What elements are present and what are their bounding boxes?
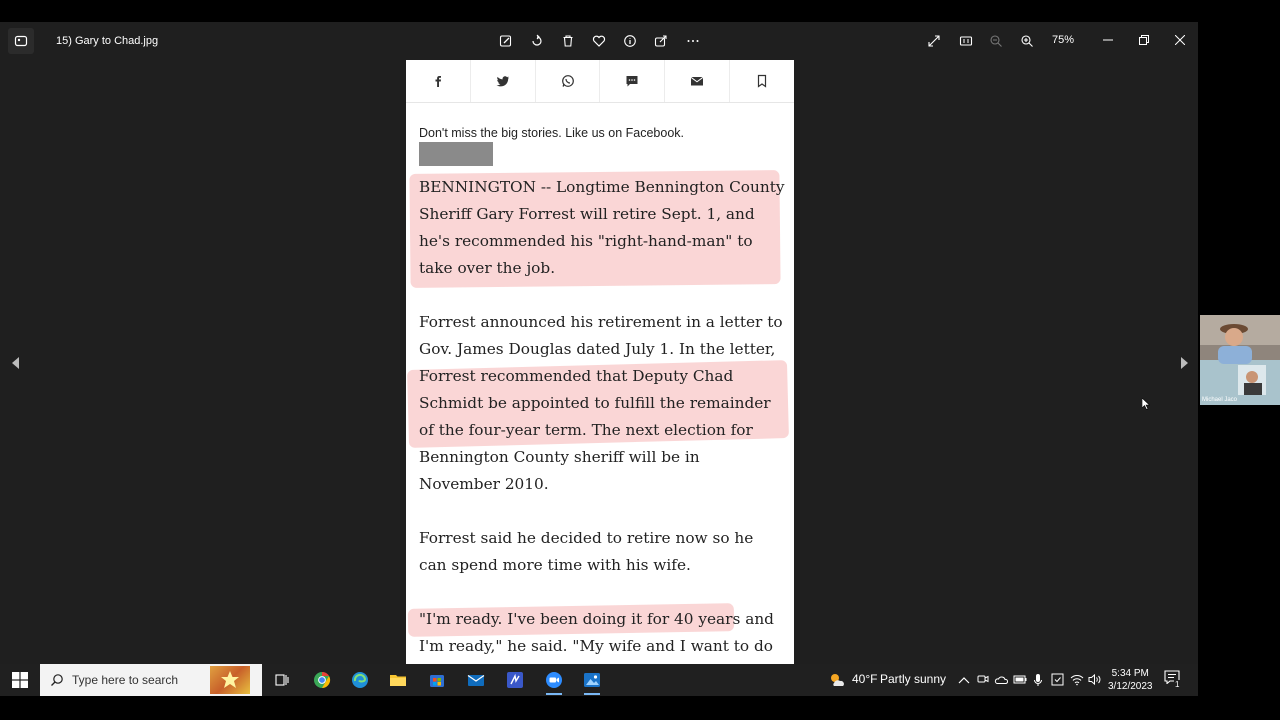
article-paragraph: Forrest announced his retirement in a le… [419, 313, 783, 493]
chevron-up-icon[interactable] [958, 675, 970, 685]
taskbar: Type here to search 40°F Partly sunny 5:… [0, 664, 1198, 696]
more-options-icon[interactable] [681, 30, 705, 52]
twitter-icon [471, 60, 536, 102]
clock-date: 3/12/2023 [1108, 681, 1153, 692]
taskbar-search-box[interactable]: Type here to search [40, 664, 262, 696]
photos-app-taskbar-icon[interactable] [574, 664, 610, 696]
microphone-icon[interactable] [1033, 673, 1043, 687]
fullscreen-icon[interactable] [922, 30, 946, 52]
volume-icon[interactable] [1088, 673, 1102, 686]
video-call-thumbnail[interactable]: Michael Jaco [1200, 315, 1280, 405]
clock-time: 5:34 PM [1111, 668, 1149, 679]
favorite-icon[interactable] [587, 30, 611, 52]
edge-app-icon[interactable] [342, 664, 378, 696]
facebook-icon [406, 60, 471, 102]
filmstrip-icon[interactable] [954, 30, 978, 52]
article-paragraph: "I'm ready. I've been doing it for 40 ye… [419, 610, 774, 655]
redacted-box [419, 142, 493, 166]
store-app-icon[interactable] [419, 664, 455, 696]
system-clock[interactable]: 5:34 PM 3/12/2023 [1108, 667, 1153, 693]
participant-video-image [1200, 315, 1280, 405]
weather-condition[interactable]: Partly sunny [880, 672, 946, 686]
bookmark-icon [730, 60, 794, 102]
sms-icon [600, 60, 666, 102]
participant-name: Michael Jaco [1202, 397, 1238, 403]
windows-start-icon[interactable] [0, 664, 40, 696]
zoom-in-icon[interactable] [1015, 30, 1039, 52]
info-icon[interactable] [618, 30, 642, 52]
rotate-icon[interactable] [525, 30, 549, 52]
meet-now-icon[interactable] [977, 673, 989, 686]
search-placeholder: Type here to search [72, 673, 179, 687]
search-icon [51, 674, 63, 686]
previous-image-icon[interactable] [6, 350, 26, 376]
file-explorer-icon[interactable] [380, 664, 416, 696]
article-paragraph: Forrest said he decided to retire now so… [419, 529, 754, 574]
facebook-prompt: Don't miss the big stories. Like us on F… [419, 126, 685, 140]
onedrive-icon[interactable] [994, 674, 1008, 685]
notification-count: 1 [1174, 680, 1181, 689]
wifi-icon[interactable] [1070, 673, 1084, 686]
article-body: BENNINGTON -- Longtime Bennington County… [419, 174, 785, 664]
photo-viewer-window: 15) Gary to Chad.jpg 75% Don't miss the … [0, 22, 1198, 664]
battery-icon[interactable] [1013, 674, 1027, 685]
partly-sunny-icon[interactable] [828, 671, 846, 689]
email-icon [665, 60, 731, 102]
title-bar: 15) Gary to Chad.jpg 75% [0, 22, 1198, 60]
close-icon[interactable] [1168, 28, 1192, 52]
displayed-image: Don't miss the big stories. Like us on F… [406, 60, 794, 664]
search-highlight-image [210, 666, 250, 694]
mail-app-icon[interactable] [458, 664, 494, 696]
weather-temperature[interactable]: 40°F [852, 672, 877, 686]
zoom-app-icon[interactable] [536, 664, 572, 696]
photos-app-icon[interactable] [8, 28, 34, 54]
share-toolbar [406, 60, 794, 103]
restore-icon[interactable] [1132, 28, 1156, 52]
article-paragraph: BENNINGTON -- Longtime Bennington County… [419, 178, 785, 277]
mouse-cursor-icon [1142, 398, 1150, 410]
zoom-level[interactable]: 75% [1052, 34, 1074, 46]
delete-icon[interactable] [556, 30, 580, 52]
next-image-icon[interactable] [1174, 350, 1194, 376]
chrome-app-icon[interactable] [304, 664, 340, 696]
notification-center-icon[interactable]: 1 [1164, 670, 1186, 690]
task-view-icon[interactable] [264, 664, 300, 696]
share-icon[interactable] [649, 30, 673, 52]
zoom-out-icon[interactable] [984, 30, 1008, 52]
edit-image-icon[interactable] [494, 30, 518, 52]
minimize-icon[interactable] [1096, 28, 1120, 52]
whatsapp-icon [536, 60, 601, 102]
security-icon[interactable] [1051, 673, 1064, 686]
window-title: 15) Gary to Chad.jpg [56, 35, 159, 47]
power-automate-icon[interactable] [497, 664, 533, 696]
